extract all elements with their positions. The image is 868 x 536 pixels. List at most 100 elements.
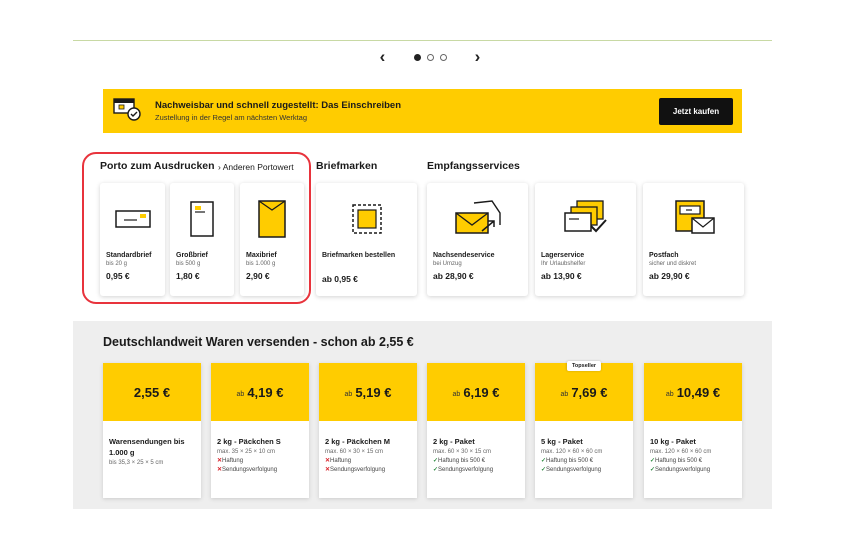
- parcel-price-area: ab 6,19 €: [427, 363, 525, 421]
- parcel-dimensions: max. 35 × 25 × 10 cm: [217, 449, 276, 455]
- parcel-dimensions: max. 60 × 30 × 15 cm: [325, 449, 384, 455]
- card-grossbrief[interactable]: Großbrief bis 500 g 1,80 €: [170, 183, 234, 296]
- feature-label: Haftung: [330, 458, 352, 464]
- banner-title: Nachweisbar und schnell zugestellt: Das …: [155, 100, 402, 111]
- feature-label: Haftung bis 500 €: [438, 458, 486, 464]
- card-price: 1,80 €: [176, 271, 200, 281]
- price-prefix: ab: [344, 390, 353, 398]
- parcel-details: 5 kg - Paket max. 120 × 60 × 60 cm ✓Haftun…: [535, 421, 633, 473]
- chevron-left-icon[interactable]: ‹: [372, 46, 394, 68]
- feature-label: Haftung bis 500 €: [655, 458, 703, 464]
- card-subtitle: Ihr Urlaubshelfer: [541, 261, 586, 267]
- topseller-badge: Topseller: [566, 361, 602, 371]
- card-name: Großbrief: [176, 252, 208, 259]
- card-price: ab 28,90 €: [433, 271, 474, 281]
- feature-label: Sendungsverfolgung: [655, 467, 711, 473]
- parcel-card[interactable]: 2,55 € Warensendungen bis 1.000 g bis 35,3…: [103, 363, 201, 498]
- parcel-card[interactable]: ab 6,19 € 2 kg - Paket max. 60 × 30 × 15 cm…: [427, 363, 525, 498]
- feature-label: Haftung: [222, 458, 244, 464]
- parcel-details: 2 kg - Paket max. 60 × 30 × 15 cm ✓Haftung…: [427, 421, 525, 473]
- receiving-section-title: Empfangsservices: [427, 160, 520, 172]
- parcel-details: 2 kg - Päckchen S max. 35 × 25 × 10 cm ✕Ha…: [211, 421, 309, 473]
- parcel-dimensions: max. 120 × 60 × 60 cm: [650, 449, 712, 455]
- parcel-price-area: 2,55 €: [103, 363, 201, 421]
- parcel-price-area: ab 10,49 €: [644, 363, 742, 421]
- card-subtitle: bis 500 g: [176, 261, 201, 267]
- top-divider: [73, 40, 772, 41]
- parcel-card[interactable]: ab 5,19 € 2 kg - Päckchen M max. 60 × 30 × …: [319, 363, 417, 498]
- price-prefix: ab: [236, 390, 245, 398]
- promo-banner: Nachweisbar und schnell zugestellt: Das …: [103, 89, 742, 133]
- parcel-price-area: ab 5,19 €: [319, 363, 417, 421]
- parcel-name: Warensendungen bis 1.000 g: [109, 437, 185, 457]
- parcel-card[interactable]: Topseller ab 7,69 € 5 kg - Paket max. 120 × …: [535, 361, 633, 498]
- maxi-letter-icon: [240, 193, 304, 245]
- parcel-card[interactable]: ab 4,19 € 2 kg - Päckchen S max. 35 × 25 × …: [211, 363, 309, 498]
- mailbox-icon: [643, 193, 744, 245]
- card-lagerservice[interactable]: Lagerservice Ihr Urlaubshelfer ab 13,90 …: [535, 183, 636, 296]
- carousel-dot-3[interactable]: [439, 53, 447, 61]
- parcel-details: Warensendungen bis 1.000 g bis 35,3 × 25 …: [103, 421, 201, 466]
- card-maxibrief[interactable]: Maxibrief bis 1.000 g 2,90 €: [240, 183, 304, 296]
- card-price: ab 29,90 €: [649, 271, 690, 281]
- parcel-price-area: Topseller ab 7,69 €: [535, 361, 633, 421]
- parcel-feature: ✕Sendungsverfolgung: [217, 466, 303, 473]
- parcel-feature: ✓Sendungsverfolgung: [650, 466, 736, 473]
- parcel-card[interactable]: ab 10,49 € 10 kg - Paket max. 120 × 60 × 60…: [644, 363, 742, 498]
- feature-label: Haftung bis 500 €: [546, 458, 594, 464]
- card-subtitle: bei Umzug: [433, 261, 462, 267]
- large-letter-icon: [170, 193, 234, 245]
- stamps-section-title: Briefmarken: [316, 160, 378, 172]
- card-name: Postfach: [649, 252, 679, 259]
- parcel-feature: ✓Haftung bis 500 €: [433, 457, 519, 464]
- parcel-feature: ✕Sendungsverfolgung: [325, 466, 411, 473]
- carousel-dot-1[interactable]: [413, 53, 421, 61]
- card-price: 0,95 €: [106, 271, 130, 281]
- card-price: 2,90 €: [246, 271, 270, 281]
- card-price: ab 0,95 €: [322, 274, 358, 284]
- parcel-feature: ✓Haftung bis 500 €: [650, 457, 736, 464]
- price-prefix: ab: [560, 390, 569, 398]
- parcel-name: 2 kg - Paket: [433, 437, 475, 446]
- parcel-dimensions: max. 60 × 30 × 15 cm: [433, 449, 492, 455]
- feature-label: Sendungsverfolgung: [438, 467, 494, 473]
- card-name: Lagerservice: [541, 252, 585, 259]
- buy-now-button[interactable]: Jetzt kaufen: [659, 97, 733, 125]
- card-price: ab 13,90 €: [541, 271, 582, 281]
- parcel-name: 10 kg - Paket: [650, 437, 696, 446]
- card-briefmarken[interactable]: Briefmarken bestellen ab 0,95 €: [316, 183, 417, 296]
- parcel-details: 2 kg - Päckchen M max. 60 × 30 × 15 cm ✕Ha…: [319, 421, 417, 473]
- card-name: Briefmarken bestellen: [322, 252, 396, 259]
- carousel-dot-2[interactable]: [426, 53, 434, 61]
- parcel-dimensions: bis 35,3 × 25 × 5 cm: [109, 460, 164, 466]
- carousel-nav: ‹ ›: [360, 46, 500, 68]
- parcel-price-area: ab 4,19 €: [211, 363, 309, 421]
- storage-icon: [535, 193, 636, 245]
- carousel-dots: [413, 53, 447, 61]
- parcel-name: 2 kg - Päckchen M: [325, 437, 391, 446]
- stamp-icon: [316, 193, 417, 245]
- card-nachsendeservice[interactable]: Nachsendeservice bei Umzug ab 28,90 €: [427, 183, 528, 296]
- parcel-dimensions: max. 120 × 60 × 60 cm: [541, 449, 603, 455]
- card-standardbrief[interactable]: Standardbrief bis 20 g 0,95 €: [100, 183, 165, 296]
- card-subtitle: sicher und diskret: [649, 261, 697, 267]
- parcel-feature: ✕Haftung: [217, 457, 303, 464]
- card-name: Maxibrief: [246, 252, 277, 259]
- parcel-feature: ✓Sendungsverfolgung: [541, 466, 627, 473]
- standard-letter-icon: [100, 193, 165, 245]
- banner-subtitle: Zustellung in der Regel am nächsten Werk…: [155, 113, 308, 122]
- parcel-price: 6,19 €: [463, 384, 500, 400]
- banner-text: Nachweisbar und schnell zugestellt: Das …: [155, 100, 659, 122]
- feature-label: Sendungsverfolgung: [222, 467, 278, 473]
- card-name: Nachsendeservice: [433, 252, 495, 259]
- parcel-details: 10 kg - Paket max. 120 × 60 × 60 cm ✓Haftu…: [644, 421, 742, 473]
- parcel-price: 2,55 €: [133, 384, 171, 400]
- parcel-price: 7,69 €: [571, 384, 608, 400]
- parcel-feature: ✓Haftung bis 500 €: [541, 457, 627, 464]
- parcel-name: 5 kg - Paket: [541, 437, 583, 446]
- price-prefix: ab: [452, 390, 461, 398]
- price-prefix: ab: [665, 390, 674, 398]
- card-subtitle: bis 20 g: [106, 261, 128, 267]
- chevron-right-icon[interactable]: ›: [467, 46, 489, 68]
- card-postfach[interactable]: Postfach sicher und diskret ab 29,90 €: [643, 183, 744, 296]
